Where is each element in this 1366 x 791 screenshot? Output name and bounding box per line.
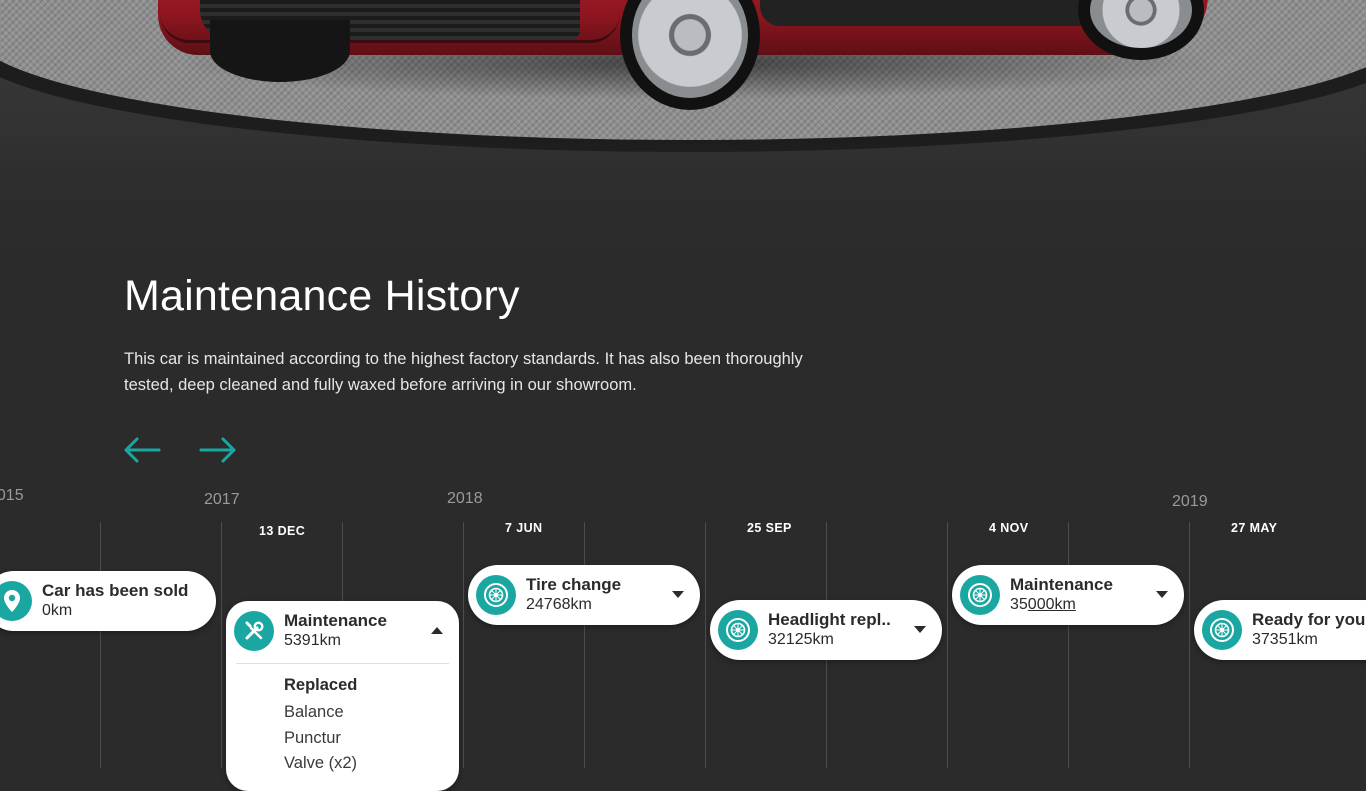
card-divider bbox=[236, 663, 449, 664]
timeline-event-card[interactable]: Car has been sold 0km bbox=[0, 571, 216, 631]
event-title: Maintenance bbox=[1010, 575, 1113, 594]
timeline-gridline bbox=[1068, 522, 1069, 768]
event-title: Car has been sold bbox=[42, 581, 189, 600]
expand-caret-icon[interactable] bbox=[914, 626, 926, 633]
year-label: 2019 bbox=[1172, 493, 1208, 510]
timeline-event-card[interactable]: Tire change 24768km bbox=[468, 565, 700, 625]
section-description: This car is maintained according to the … bbox=[124, 350, 803, 394]
car-hero-image bbox=[0, 0, 1366, 280]
event-mileage: 0km bbox=[42, 602, 73, 619]
tire-icon bbox=[1202, 610, 1242, 650]
map-pin-icon bbox=[0, 581, 32, 621]
detail-item: Balance bbox=[284, 703, 344, 721]
event-title: Tire change bbox=[526, 575, 622, 594]
timeline-gridline bbox=[221, 522, 222, 768]
tire-icon bbox=[476, 575, 516, 615]
timeline-event-card-expanded[interactable]: Maintenance 5391km Replaced Balance Punc… bbox=[226, 601, 459, 791]
timeline-gridline bbox=[100, 522, 101, 768]
car-front-left-wheel bbox=[210, 20, 350, 82]
arrow-left-icon bbox=[124, 437, 161, 463]
timeline-gridline bbox=[584, 522, 585, 768]
event-date: 4 NOV bbox=[989, 521, 1029, 535]
event-title: Ready for you bbox=[1252, 610, 1366, 629]
tire-icon bbox=[960, 575, 1000, 615]
timeline-prev-button[interactable] bbox=[122, 432, 162, 468]
timeline-gridline bbox=[947, 522, 948, 768]
timeline-event-card[interactable]: Maintenance 35000km bbox=[952, 565, 1184, 625]
arrow-right-icon bbox=[199, 437, 236, 463]
timeline-gridline bbox=[705, 522, 706, 768]
timeline-gridline bbox=[463, 522, 464, 768]
mileage-highlight: 000km bbox=[1027, 596, 1076, 613]
timeline-event-card[interactable]: Headlight repl.. 32125km bbox=[710, 600, 942, 660]
timeline-event-card[interactable]: Ready for you 37351km bbox=[1194, 600, 1366, 660]
details-heading: Replaced bbox=[284, 676, 358, 694]
event-date: 25 SEP bbox=[747, 521, 792, 535]
event-title: Maintenance bbox=[284, 611, 387, 630]
year-label: 2017 bbox=[204, 491, 240, 508]
event-mileage: 24768km bbox=[526, 596, 592, 613]
expand-caret-icon[interactable] bbox=[1156, 591, 1168, 598]
detail-item: Punctur bbox=[284, 729, 341, 747]
event-date: 7 JUN bbox=[505, 521, 543, 535]
section-title: Maintenance History bbox=[124, 272, 520, 320]
event-date: 13 DEC bbox=[259, 524, 306, 538]
event-title: Headlight repl.. bbox=[768, 610, 891, 629]
timeline-next-button[interactable] bbox=[198, 432, 238, 468]
collapse-caret-icon[interactable] bbox=[431, 627, 443, 634]
event-mileage: 32125km bbox=[768, 631, 834, 648]
expand-caret-icon[interactable] bbox=[672, 591, 684, 598]
timeline-gridline bbox=[1189, 522, 1190, 768]
mileage-prefix: 35 bbox=[1010, 596, 1028, 613]
wrench-screwdriver-icon bbox=[234, 611, 274, 651]
event-mileage: 5391km bbox=[284, 632, 341, 649]
year-label: 2015 bbox=[0, 487, 24, 504]
year-label: 2018 bbox=[447, 490, 483, 507]
event-mileage: 35000km bbox=[1010, 596, 1076, 614]
tire-icon bbox=[718, 610, 758, 650]
hero-fade bbox=[0, 140, 1366, 280]
event-mileage: 37351km bbox=[1252, 631, 1318, 648]
detail-item: Valve (x2) bbox=[284, 754, 358, 772]
event-date: 27 MAY bbox=[1231, 521, 1278, 535]
